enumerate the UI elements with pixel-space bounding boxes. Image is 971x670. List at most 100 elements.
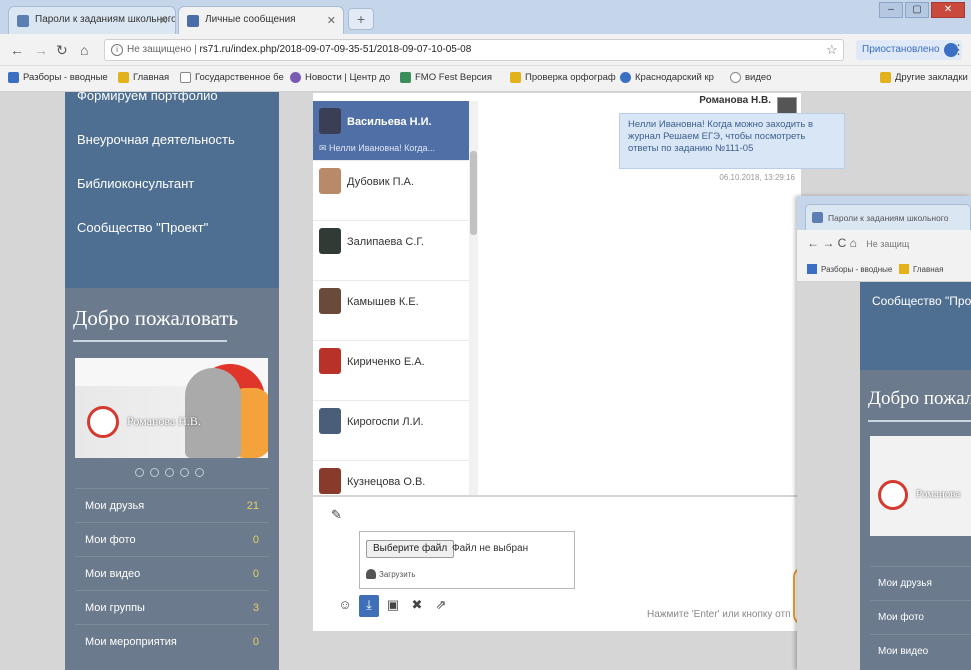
minimize-icon[interactable]: – bbox=[879, 2, 903, 18]
composer-toolbar: ☺ ⤓ ▣ ✖ ⇗ bbox=[335, 595, 451, 617]
carousel-dot[interactable] bbox=[165, 468, 174, 477]
url-input[interactable]: i Не защищено | rs71.ru/index.php/2018-0… bbox=[104, 39, 844, 61]
contact-avatar bbox=[319, 468, 341, 494]
tab-messages[interactable]: Личные сообщения ✕ bbox=[178, 6, 344, 34]
w2-welcome-title: Добро пожаловать bbox=[868, 388, 971, 409]
w2-stat[interactable]: Мои друзья bbox=[870, 566, 971, 600]
user-upload-icon bbox=[366, 569, 376, 579]
w2-sidebar: Сообщество "Проект" bbox=[860, 282, 971, 370]
w2-address-bar[interactable]: ← → C ⌂ Не защищ bbox=[797, 230, 971, 258]
bookmark-item[interactable]: Главная bbox=[118, 72, 169, 83]
bookmark-item[interactable]: FMO Fest Версия bbox=[400, 72, 492, 83]
scrollbar-thumb[interactable] bbox=[470, 151, 477, 235]
contact-avatar bbox=[319, 348, 341, 374]
w2-stat[interactable]: Мои видео bbox=[870, 634, 971, 668]
contact-item[interactable]: Залипаева С.Г. bbox=[313, 221, 469, 281]
stat-photos[interactable]: Мои фото 0 bbox=[75, 522, 269, 556]
cancel-icon[interactable]: ✖ bbox=[407, 595, 427, 617]
w2-banner[interactable]: Романова bbox=[870, 436, 971, 536]
send-hint: Нажмите 'Enter' или кнопку отп bbox=[647, 609, 791, 620]
carousel-dot[interactable] bbox=[195, 468, 204, 477]
choose-file-button[interactable]: Выберите файл bbox=[366, 540, 455, 558]
contact-scrollbar[interactable] bbox=[469, 101, 478, 495]
profile-banner[interactable]: Романова Н.В. bbox=[75, 358, 268, 458]
close-tab-icon[interactable]: ✕ bbox=[159, 14, 168, 27]
w2-nav-icons[interactable]: ← → C ⌂ bbox=[807, 236, 857, 250]
emoji-icon[interactable]: ☺ bbox=[335, 595, 355, 617]
profile-label: Приостановлено bbox=[862, 44, 940, 55]
reload-icon[interactable]: ↻ bbox=[56, 42, 68, 59]
contact-item[interactable]: Кузнецова О.В. bbox=[313, 461, 469, 495]
messenger-panel: Васильева Н.И. ✉ Нелли Ивановна! Когда...… bbox=[312, 92, 845, 496]
stat-videos[interactable]: Мои видео 0 bbox=[75, 556, 269, 590]
stat-groups[interactable]: Мои группы 3 bbox=[75, 590, 269, 624]
favicon-icon bbox=[187, 15, 199, 27]
bookmark-item[interactable]: Новости | Центр до bbox=[290, 72, 390, 83]
profile-button[interactable]: Приостановлено bbox=[856, 40, 962, 60]
bookmark-item[interactable]: Проверка орфограф bbox=[510, 72, 616, 83]
user-name[interactable]: Романова Н.В. bbox=[127, 414, 201, 429]
close-tab-icon[interactable]: ✕ bbox=[327, 14, 336, 27]
contact-item[interactable]: Дубовик П.А. bbox=[313, 161, 469, 221]
contact-name: Васильева Н.И. bbox=[347, 116, 432, 128]
message-sender: Романова Н.В. bbox=[699, 95, 771, 106]
w2-stat[interactable]: Мои фото bbox=[870, 600, 971, 634]
save-icon[interactable]: ▣ bbox=[383, 595, 403, 617]
forward-icon[interactable]: → bbox=[34, 42, 48, 58]
welcome-title: Добро пожаловать bbox=[73, 306, 239, 330]
welcome-widget: Добро пожаловать Романова Н.В. Мои друзь… bbox=[65, 288, 279, 670]
home-icon[interactable]: ⌂ bbox=[80, 42, 88, 58]
contact-item[interactable]: Камышев К.Е. bbox=[313, 281, 469, 341]
carousel-dot[interactable] bbox=[180, 468, 189, 477]
carousel-dot[interactable] bbox=[150, 468, 159, 477]
bookmark-item[interactable]: Краснодарский кр bbox=[620, 72, 714, 83]
external-link-icon[interactable]: ⇗ bbox=[431, 595, 451, 617]
avatar[interactable] bbox=[878, 480, 908, 510]
pencil-icon[interactable]: ✎ bbox=[331, 507, 342, 523]
tab-passwords[interactable]: Пароли к заданиям школьного ✕ bbox=[8, 6, 176, 34]
carousel-dot[interactable] bbox=[135, 468, 144, 477]
bookmark-item[interactable]: видео bbox=[730, 72, 771, 83]
other-bookmarks[interactable]: Другие закладки bbox=[880, 72, 968, 83]
back-icon[interactable]: ← bbox=[10, 42, 24, 58]
contact-item[interactable]: Кирогоспи Л.И. bbox=[313, 401, 469, 461]
w2-sidebar-item[interactable]: Сообщество "Проект" bbox=[872, 294, 971, 308]
second-window[interactable]: Пароли к заданиям школьного ← → C ⌂ Не з… bbox=[797, 196, 971, 670]
maximize-icon[interactable]: ▢ bbox=[905, 2, 929, 18]
contact-preview: ✉ Нелли Ивановна! Когда... bbox=[319, 143, 436, 153]
sidebar-item-community[interactable]: Сообщество "Проект" bbox=[77, 220, 208, 235]
sidebar-menu: Формируем портфолио Внеурочная деятельно… bbox=[65, 92, 279, 288]
no-file-label: Файл не выбран bbox=[452, 543, 529, 554]
w2-tab[interactable]: Пароли к заданиям школьного bbox=[805, 204, 971, 230]
info-icon[interactable]: i bbox=[111, 44, 123, 56]
upload-button[interactable]: Загрузить bbox=[366, 569, 416, 579]
address-bar: ← → ↻ ⌂ i Не защищено | rs71.ru/index.ph… bbox=[0, 34, 971, 66]
stat-friends[interactable]: Мои друзья 21 bbox=[75, 488, 269, 522]
sidebar-item-library[interactable]: Библиоконсультант bbox=[77, 176, 194, 191]
contact-name: Дубовик П.А. bbox=[347, 176, 414, 188]
tab-title: Пароли к заданиям школьного bbox=[35, 14, 176, 25]
contact-item[interactable]: Кириченко Е.А. bbox=[313, 341, 469, 401]
download-icon[interactable]: ⤓ bbox=[359, 595, 379, 617]
contact-avatar bbox=[319, 408, 341, 434]
stat-events[interactable]: Мои мероприятия 0 bbox=[75, 624, 269, 658]
sidebar-item-portfolio[interactable]: Формируем портфолио bbox=[77, 92, 218, 103]
avatar[interactable] bbox=[87, 406, 119, 438]
page: Формируем портфолио Внеурочная деятельно… bbox=[0, 92, 971, 670]
favicon-icon bbox=[17, 15, 29, 27]
new-tab-button[interactable]: + bbox=[348, 8, 374, 30]
contact-name: Кириченко Е.А. bbox=[347, 356, 425, 368]
sidebar-item-extracurricular[interactable]: Внеурочная деятельность bbox=[77, 132, 235, 147]
bookmark-star-icon[interactable]: ☆ bbox=[826, 42, 838, 58]
contact-avatar bbox=[319, 108, 341, 134]
bookmark-item[interactable]: Государственное бе bbox=[180, 72, 284, 83]
contact-item[interactable]: Васильева Н.И. ✉ Нелли Ивановна! Когда... bbox=[313, 101, 469, 161]
contact-name: Кирогоспи Л.И. bbox=[347, 416, 424, 428]
close-window-icon[interactable]: ✕ bbox=[931, 2, 965, 18]
contact-name: Кузнецова О.В. bbox=[347, 476, 426, 488]
menu-icon[interactable]: ⋮ bbox=[952, 42, 965, 58]
bookmark-item[interactable]: Разборы - вводные bbox=[8, 72, 108, 83]
favicon-icon bbox=[812, 212, 823, 223]
w2-welcome-widget: Добро пожаловать Романова Мои друзья Мои… bbox=[860, 370, 971, 670]
message-bubble: Нелли Ивановна! Когда можно заходить в ж… bbox=[619, 113, 845, 169]
